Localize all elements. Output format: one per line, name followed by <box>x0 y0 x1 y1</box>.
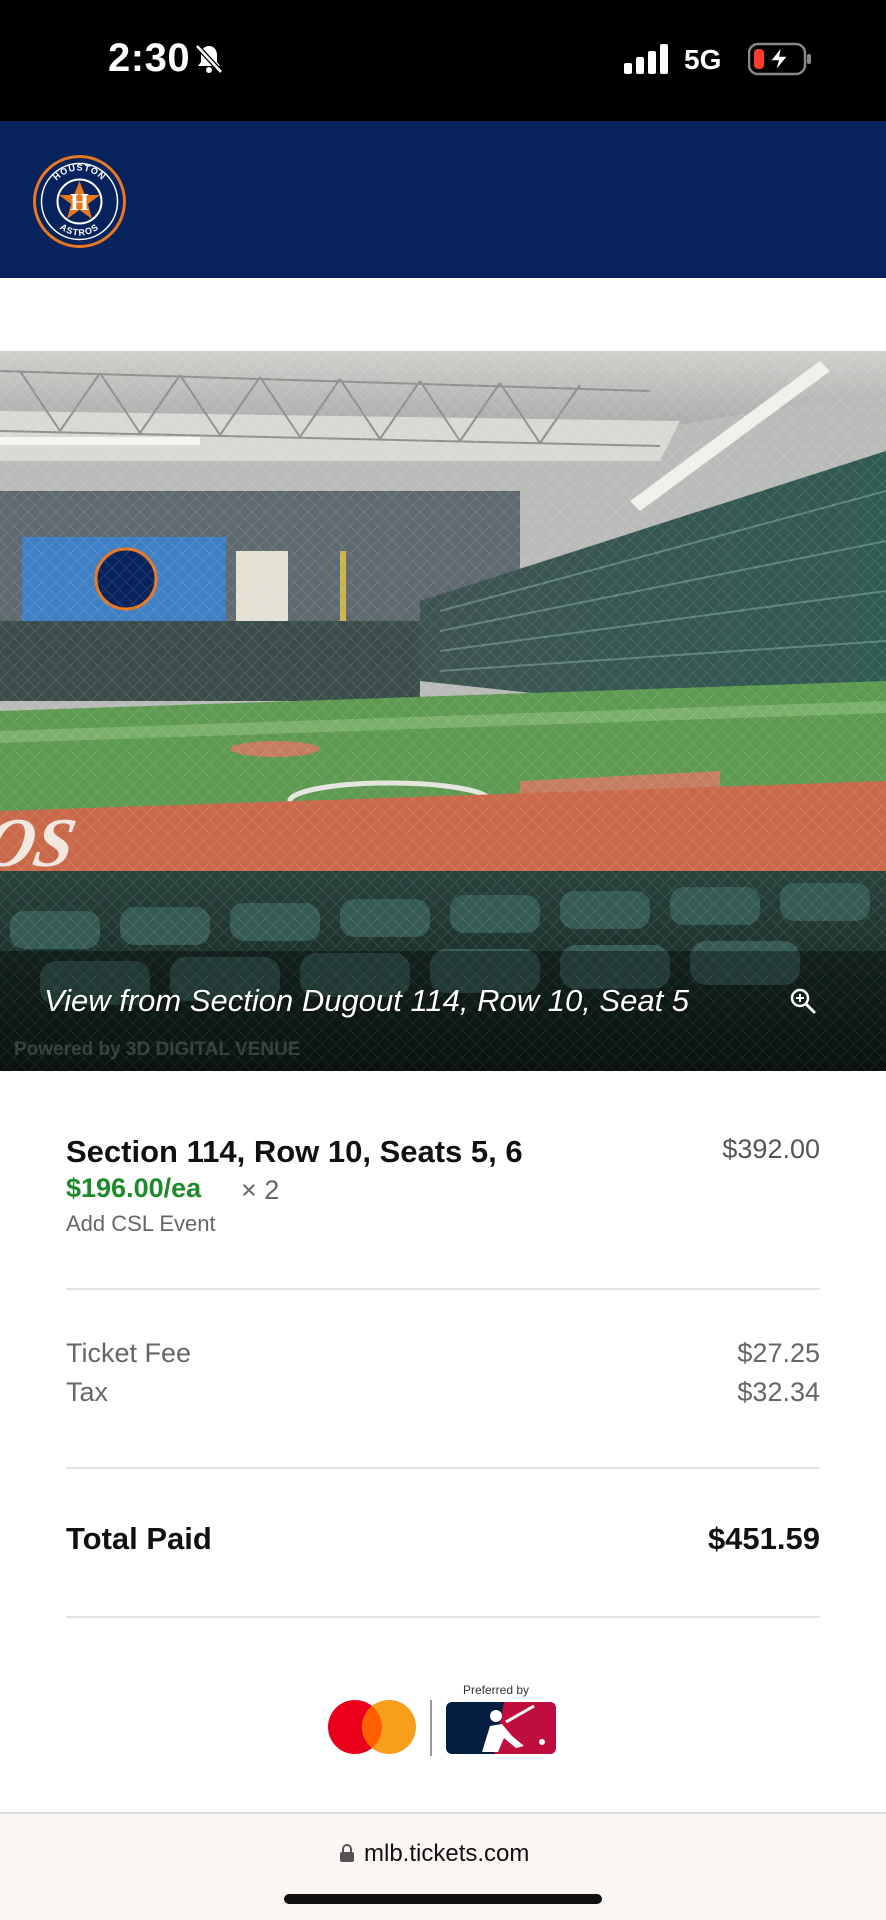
total-paid-label: Total Paid <box>66 1521 212 1556</box>
brand-divider <box>430 1700 432 1756</box>
browser-address-bar[interactable]: mlb.tickets.com <box>0 1812 886 1920</box>
signal-icon <box>624 44 668 74</box>
battery-charging-icon <box>748 42 811 76</box>
divider <box>66 1467 820 1469</box>
ticket-fee-label: Ticket Fee <box>66 1338 192 1368</box>
houston-astros-logo[interactable]: H HOUSTON ASTROS <box>33 155 126 248</box>
network-label: 5G <box>684 44 722 75</box>
ticket-fee-value: $27.25 <box>737 1338 820 1368</box>
price-each: $196.00/ea <box>66 1173 202 1203</box>
site-header: H HOUSTON ASTROS <box>0 121 886 278</box>
powered-by-label: Powered by 3D DIGITAL VENUE <box>14 1039 301 1060</box>
status-time: 2:30 <box>108 36 191 80</box>
bell-off-icon <box>195 44 223 74</box>
divider <box>66 1288 820 1290</box>
add-csl-event-link[interactable]: Add CSL Event <box>66 1211 216 1237</box>
ticket-quantity: × 2 <box>241 1175 280 1205</box>
url-text[interactable]: mlb.tickets.com <box>364 1840 529 1868</box>
status-bar: 2:30 5G <box>0 0 886 121</box>
mastercard-logo <box>328 1700 416 1754</box>
stadium-view-illustration: TROS <box>0 351 886 1071</box>
zoom-in-icon[interactable] <box>789 987 817 1015</box>
lock-icon <box>340 1844 354 1862</box>
tax-value: $32.34 <box>737 1377 820 1407</box>
mlb-logo <box>446 1702 556 1754</box>
home-indicator[interactable] <box>284 1894 602 1904</box>
seat-subtotal: $392.00 <box>722 1134 820 1164</box>
total-paid-value: $451.59 <box>707 1521 820 1556</box>
divider <box>66 1616 820 1618</box>
preferred-by-label: Preferred by <box>463 1683 530 1697</box>
tax-label: Tax <box>66 1377 109 1407</box>
seat-view-caption: View from Section Dugout 114, Row 10, Se… <box>44 983 690 1018</box>
seat-view-image[interactable]: TROS View from Section Dugout 114, Row 1… <box>0 351 886 1071</box>
svg-text:H: H <box>70 190 89 216</box>
seat-title: Section 114, Row 10, Seats 5, 6 <box>66 1134 523 1169</box>
